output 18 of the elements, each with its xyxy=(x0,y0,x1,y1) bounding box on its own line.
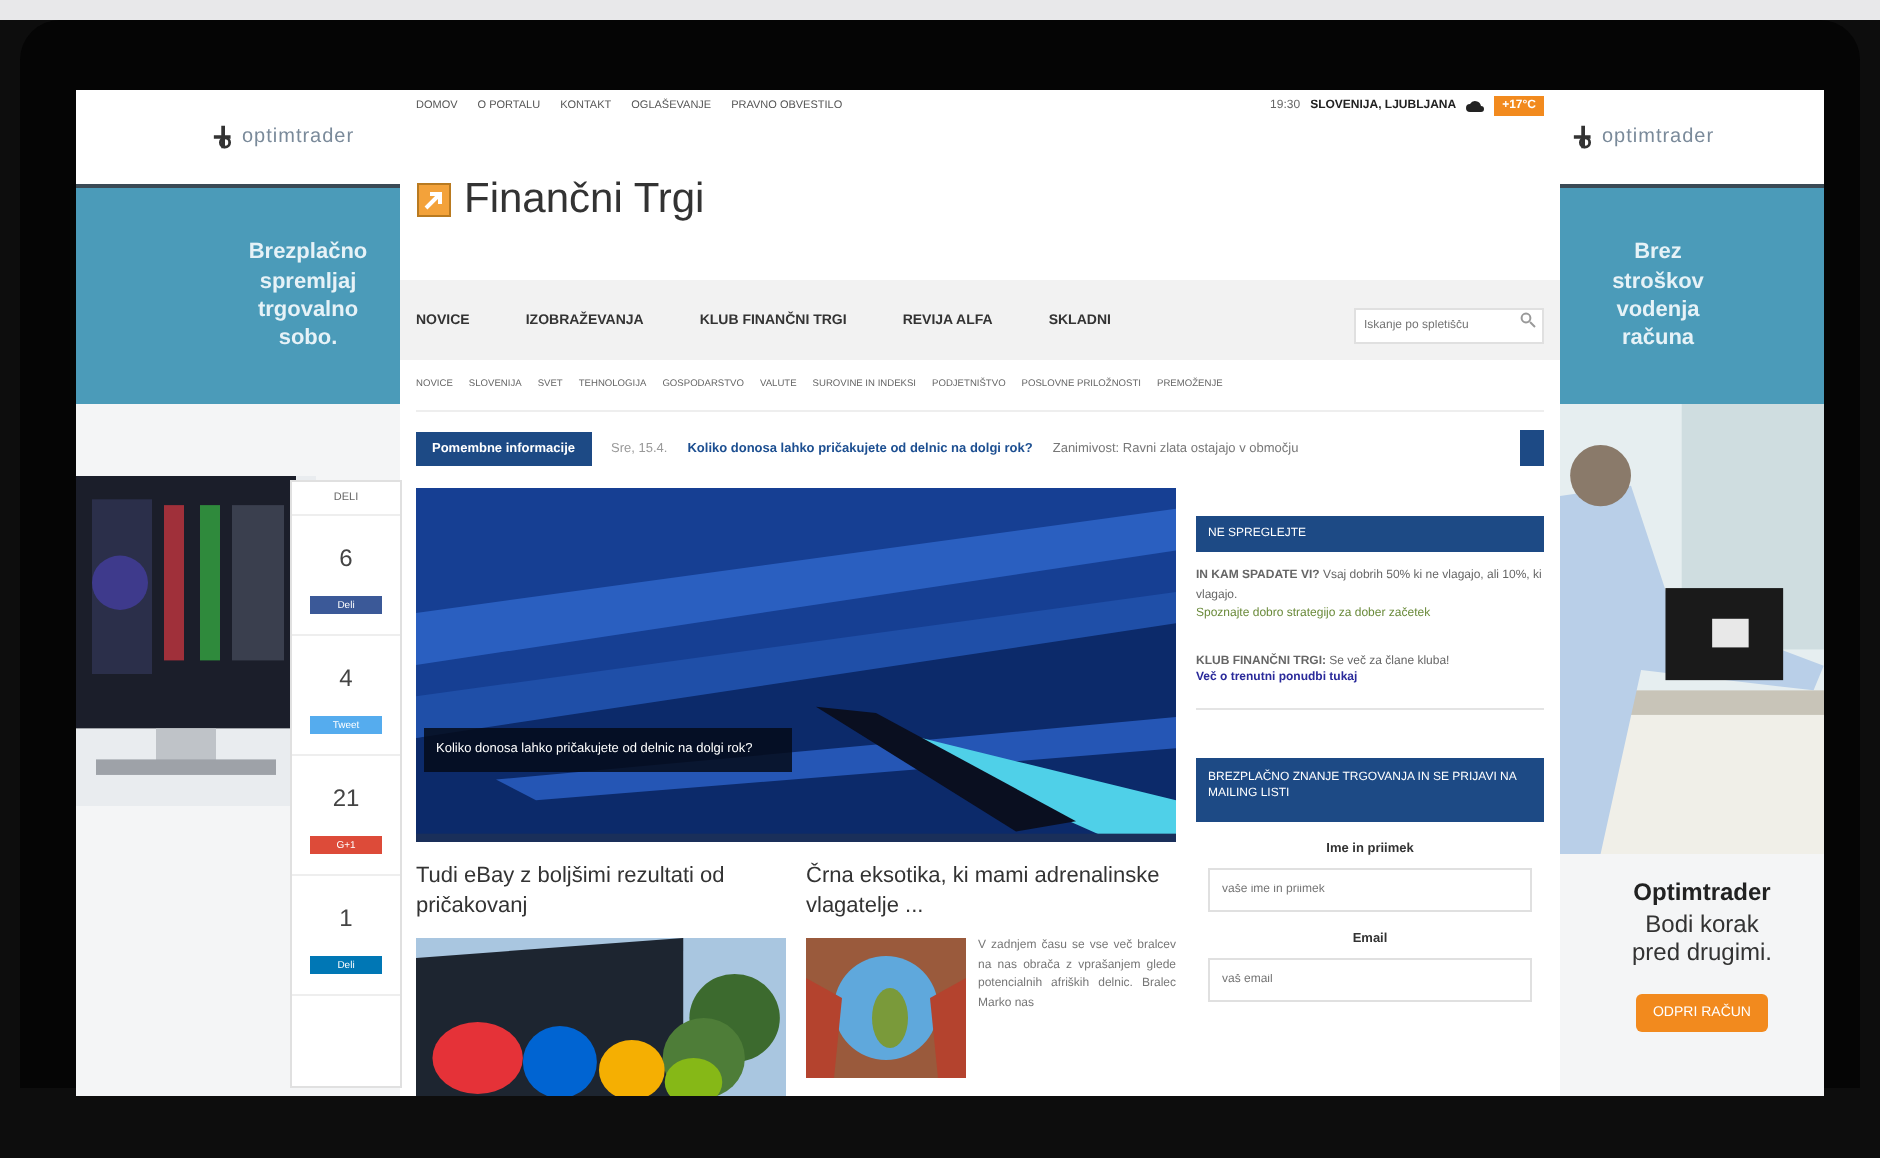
optimtrader-logo[interactable]: optimtrader xyxy=(76,90,400,184)
logo-text: optimtrader xyxy=(1602,126,1715,148)
ad-headline: Brez stroškov vodenja računa xyxy=(1610,238,1706,354)
share-count: 6 xyxy=(339,544,353,572)
ad-slogan: Bodi korak pred drugimi. xyxy=(1629,910,1775,966)
logo-text: optimtrader xyxy=(242,126,355,148)
site-title[interactable]: Finančni Trgi xyxy=(464,176,705,224)
article-title[interactable]: Tudi eBay z boljšimi rezultati od pričakovanj xyxy=(416,862,786,938)
ad-headline: Brezplačno spremljaj trgovalno sobo. xyxy=(248,238,368,354)
optimtrader-logo[interactable]: optimtrader xyxy=(1560,90,1824,184)
share-count: 1 xyxy=(339,904,353,932)
cloud-icon xyxy=(1466,98,1485,112)
search-icon xyxy=(1520,312,1536,328)
share-count: 4 xyxy=(339,664,353,692)
article-title[interactable]: Črna eksotika, ki mami adrenalinske vlagatelje ... xyxy=(806,862,1176,938)
share-count: 21 xyxy=(332,784,360,812)
ticker-next-button[interactable] xyxy=(1520,430,1544,466)
ad-brand: Optimtrader xyxy=(1633,878,1771,906)
